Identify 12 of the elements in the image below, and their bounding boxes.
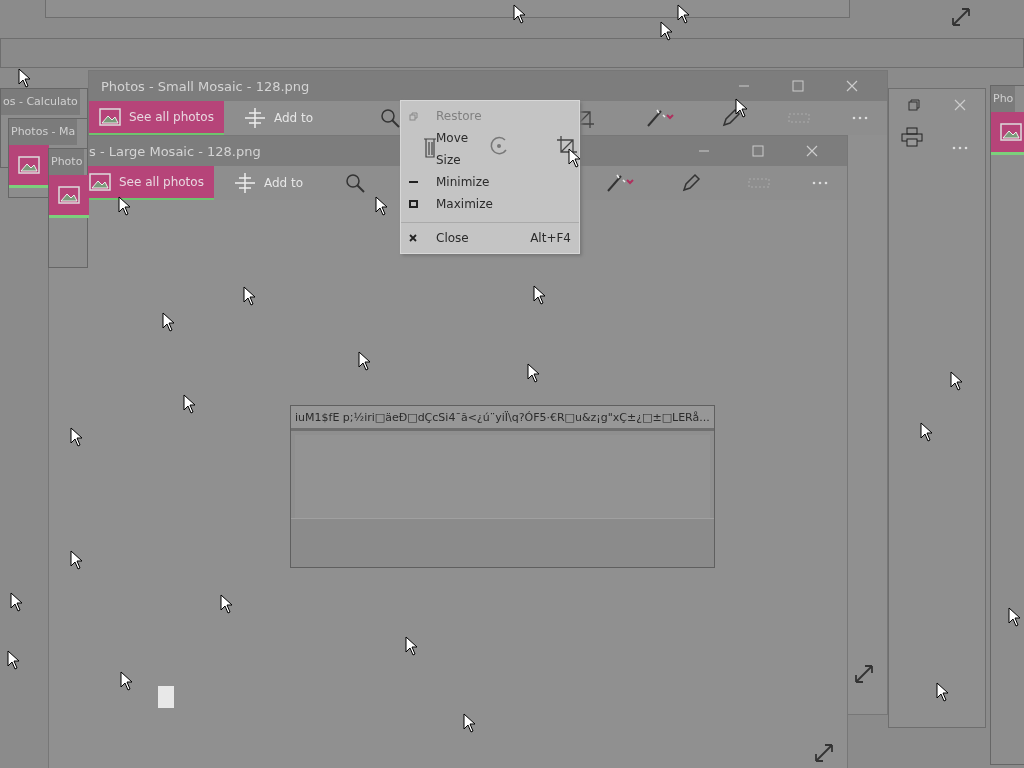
- menu-item[interactable]: Move: [401, 127, 579, 149]
- dialog-title: iuM1$fE p;½iri□äeÐ□dÇcSi4¯ã<¿ú¨yiÏ\q?ÓF5·€R□u&z¡g"xÇ±¿□±□LERå...: [295, 410, 710, 424]
- window-title: Pho: [991, 86, 1016, 112]
- window-title: s - Large Mosaic - 128.png: [89, 143, 261, 159]
- see-all-photos-button[interactable]: See all photos: [89, 101, 224, 135]
- menu-item[interactable]: Minimize: [401, 171, 579, 193]
- window-title: Photos - Small Mosaic - 128.png: [101, 78, 310, 94]
- window-title: os - Calculato: [1, 89, 80, 115]
- window-title: Photo: [49, 149, 85, 175]
- menu-item[interactable]: Maximize: [401, 193, 579, 215]
- menu-item[interactable]: Close Alt+F4: [401, 222, 579, 249]
- window-title: Photos - Ma: [9, 119, 78, 145]
